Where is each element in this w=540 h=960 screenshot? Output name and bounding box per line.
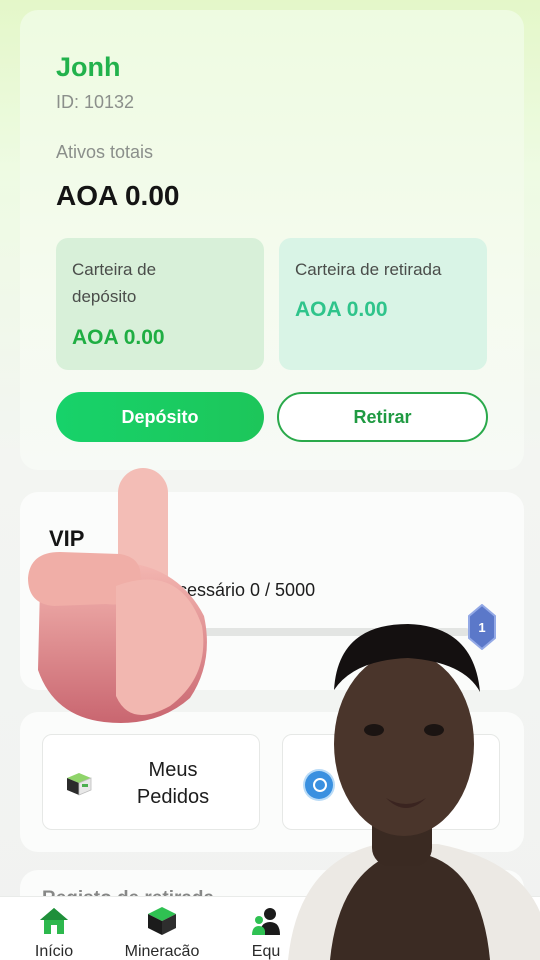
deposit-wallet-label-line2: depósito (72, 287, 137, 306)
my-orders-label: Meus Pedidos (123, 757, 223, 811)
nav-mining[interactable]: Mineracão (112, 897, 212, 960)
total-assets-value: AOA 0.00 (56, 180, 180, 211)
deposit-wallet-label-line1: Carteira de (72, 260, 157, 279)
total-assets-label: Ativos totais (56, 142, 154, 162)
vip-progress-bar (140, 628, 470, 636)
profile-card: Jonh ID: 10132 Ativos totais AOA 0.00 Ca… (20, 10, 524, 470)
vip-level-badge-icon: 1 (468, 604, 496, 650)
withdraw-button[interactable]: Retirar (277, 392, 488, 442)
vip-title: VIP (49, 526, 85, 551)
withdraw-wallet-label: Carteira de retirada (295, 260, 442, 279)
my-orders-label-line1: Meus (148, 759, 198, 781)
deposit-wallet: Carteira de depósito AOA 0.00 (56, 238, 264, 370)
vip-progress-text: ecessário 0 / 5000 (168, 580, 316, 600)
withdraw-wallet-amount: AOA 0.00 (295, 298, 388, 321)
deposit-wallet-amount: AOA 0.00 (72, 326, 165, 349)
bottom-navigation: Início Mineracão Equ (0, 896, 540, 960)
deposit-wallet-label: Carteira de depósito (72, 256, 156, 310)
shortcuts-card: Meus Pedidos (20, 712, 524, 852)
cube-icon (148, 907, 176, 935)
alarm-clock-icon (305, 771, 333, 799)
my-orders-label-line2: Pedidos (136, 786, 210, 808)
second-shortcut-button[interactable] (282, 734, 500, 830)
username: Jonh (56, 52, 121, 82)
nav-team[interactable]: Equ (236, 897, 296, 960)
user-id: ID: 10132 (56, 92, 135, 112)
box-icon (67, 773, 92, 796)
vip-card[interactable]: VIP ecessário 0 / 5000 1 (20, 492, 524, 690)
my-orders-button[interactable]: Meus Pedidos (42, 734, 260, 830)
nav-team-label: Equ (251, 943, 281, 960)
home-icon (40, 908, 68, 934)
deposit-button[interactable]: Depósito (56, 392, 264, 442)
team-icon (252, 908, 280, 935)
vip-level-number: 1 (478, 620, 485, 635)
nav-mining-label: Mineracão (124, 943, 200, 960)
withdraw-wallet: Carteira de retirada AOA 0.00 (279, 238, 487, 370)
nav-home-label: Início (34, 943, 74, 960)
nav-home[interactable]: Início (26, 897, 82, 960)
